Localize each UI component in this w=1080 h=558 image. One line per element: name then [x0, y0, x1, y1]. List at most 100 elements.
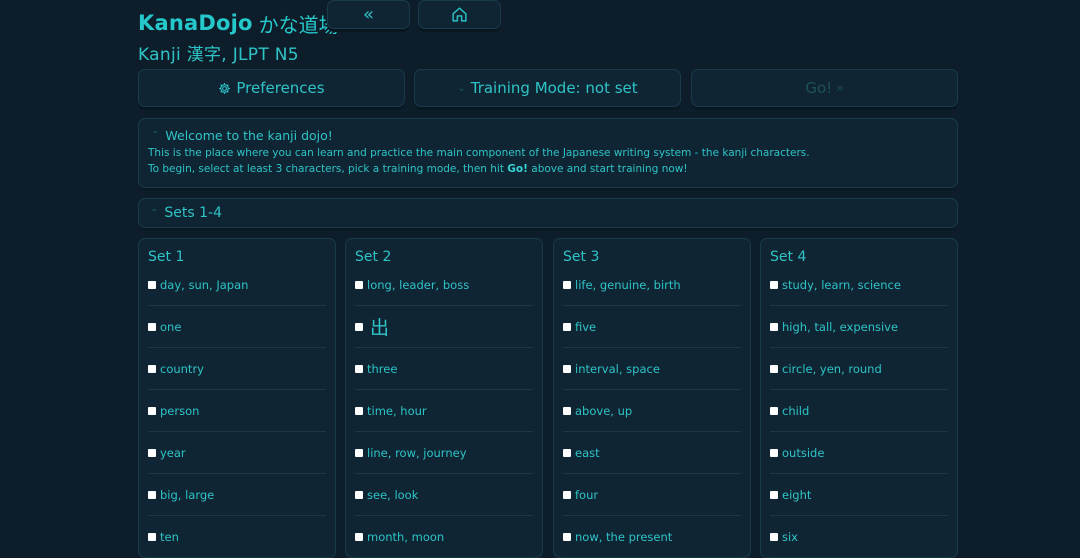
item-label: country: [160, 361, 204, 376]
set-card-3: Set 3 life, genuine, birth five interval…: [553, 238, 751, 558]
sets-header-toggle[interactable]: ⌃ Sets 1-4: [138, 198, 958, 228]
list-item[interactable]: three: [355, 348, 533, 390]
checkbox[interactable]: [563, 280, 571, 289]
checkbox[interactable]: [563, 448, 571, 457]
item-label: high, tall, expensive: [782, 319, 899, 334]
list-item[interactable]: long, leader, boss: [355, 264, 533, 306]
double-chevron-left-icon: «: [362, 4, 374, 25]
welcome-toggle[interactable]: ⌃ Welcome to the kanji dojo!: [148, 128, 948, 143]
checkbox[interactable]: [770, 280, 778, 289]
checkbox[interactable]: [770, 490, 778, 499]
checkbox[interactable]: [355, 532, 363, 541]
set-card-2: Set 2 long, leader, boss 出 three time, h…: [345, 238, 543, 558]
checkbox[interactable]: [563, 532, 571, 541]
list-item[interactable]: month, moon: [355, 516, 533, 558]
item-label: three: [367, 361, 398, 376]
checkbox[interactable]: [355, 322, 363, 331]
list-item[interactable]: day, sun, Japan: [148, 264, 326, 306]
checkbox[interactable]: [148, 532, 156, 541]
checkbox[interactable]: [563, 406, 571, 415]
list-item[interactable]: outside: [770, 432, 948, 474]
item-label: one: [160, 319, 182, 334]
back-button[interactable]: «: [327, 0, 410, 29]
list-item[interactable]: 出: [355, 306, 533, 348]
set-card-1: Set 1 day, sun, Japan one country person…: [138, 238, 336, 558]
checkbox[interactable]: [770, 406, 778, 415]
list-item[interactable]: above, up: [563, 390, 741, 432]
list-item[interactable]: high, tall, expensive: [770, 306, 948, 348]
checkbox[interactable]: [563, 490, 571, 499]
list-item[interactable]: now, the present: [563, 516, 741, 558]
item-label: year: [160, 445, 186, 460]
item-label: long, leader, boss: [367, 277, 470, 292]
list-item[interactable]: line, row, journey: [355, 432, 533, 474]
item-label: east: [575, 445, 600, 460]
sets-header-label: Sets 1-4: [164, 205, 222, 221]
checkbox[interactable]: [563, 364, 571, 373]
checkbox[interactable]: [355, 490, 363, 499]
list-item[interactable]: one: [148, 306, 326, 348]
list-item[interactable]: person: [148, 390, 326, 432]
item-label: six: [782, 529, 798, 544]
item-label: time, hour: [367, 403, 427, 418]
checkbox[interactable]: [148, 490, 156, 499]
checkbox[interactable]: [355, 280, 363, 289]
checkbox[interactable]: [355, 448, 363, 457]
checkbox[interactable]: [770, 364, 778, 373]
home-button[interactable]: [418, 0, 501, 29]
checkbox[interactable]: [148, 322, 156, 331]
checkbox[interactable]: [148, 406, 156, 415]
checkbox[interactable]: [563, 322, 571, 331]
checkbox[interactable]: [770, 322, 778, 331]
go-label: Go!: [805, 79, 833, 97]
welcome-panel: ⌃ Welcome to the kanji dojo! This is the…: [138, 118, 958, 188]
list-item[interactable]: circle, yen, round: [770, 348, 948, 390]
gear-icon: [219, 82, 231, 94]
list-item[interactable]: big, large: [148, 474, 326, 516]
item-label: big, large: [160, 487, 215, 502]
list-item[interactable]: east: [563, 432, 741, 474]
checkbox[interactable]: [148, 280, 156, 289]
list-item[interactable]: year: [148, 432, 326, 474]
list-item[interactable]: study, learn, science: [770, 264, 948, 306]
list-item[interactable]: interval, space: [563, 348, 741, 390]
item-label: interval, space: [575, 361, 660, 376]
list-item[interactable]: country: [148, 348, 326, 390]
list-item[interactable]: ten: [148, 516, 326, 558]
chevron-down-icon: ⌄: [457, 82, 466, 94]
chevron-up-icon: ⌃: [150, 207, 159, 219]
welcome-line2-start: To begin, select at least 3 characters, …: [148, 163, 508, 175]
welcome-text-line1: This is the place where you can learn an…: [148, 147, 810, 159]
item-label: four: [575, 487, 599, 502]
list-item[interactable]: six: [770, 516, 948, 558]
checkbox[interactable]: [770, 532, 778, 541]
item-label: ten: [160, 529, 179, 544]
checkbox[interactable]: [148, 448, 156, 457]
checkbox[interactable]: [770, 448, 778, 457]
list-item[interactable]: five: [563, 306, 741, 348]
preferences-button[interactable]: Preferences: [138, 69, 405, 107]
list-item[interactable]: time, hour: [355, 390, 533, 432]
go-button[interactable]: Go! »: [691, 69, 958, 107]
checkbox[interactable]: [355, 406, 363, 415]
chevron-up-icon: ⌃: [151, 130, 160, 141]
list-item[interactable]: eight: [770, 474, 948, 516]
list-item[interactable]: see, look: [355, 474, 533, 516]
item-label: life, genuine, birth: [575, 277, 681, 292]
training-mode-button[interactable]: ⌄ Training Mode: not set: [414, 69, 681, 107]
checkbox[interactable]: [355, 364, 363, 373]
home-icon: [452, 7, 467, 22]
item-label: person: [160, 403, 200, 418]
item-label: above, up: [575, 403, 633, 418]
page-subtitle: Kanji 漢字, JLPT N5: [138, 45, 299, 65]
item-label: month, moon: [367, 529, 445, 544]
checkbox[interactable]: [148, 364, 156, 373]
list-item[interactable]: child: [770, 390, 948, 432]
item-label: outside: [782, 445, 825, 460]
list-item[interactable]: four: [563, 474, 741, 516]
item-label: see, look: [367, 487, 419, 502]
item-label: study, learn, science: [782, 277, 901, 292]
welcome-title: Welcome to the kanji dojo!: [165, 128, 333, 143]
item-label: child: [782, 403, 810, 418]
list-item[interactable]: life, genuine, birth: [563, 264, 741, 306]
